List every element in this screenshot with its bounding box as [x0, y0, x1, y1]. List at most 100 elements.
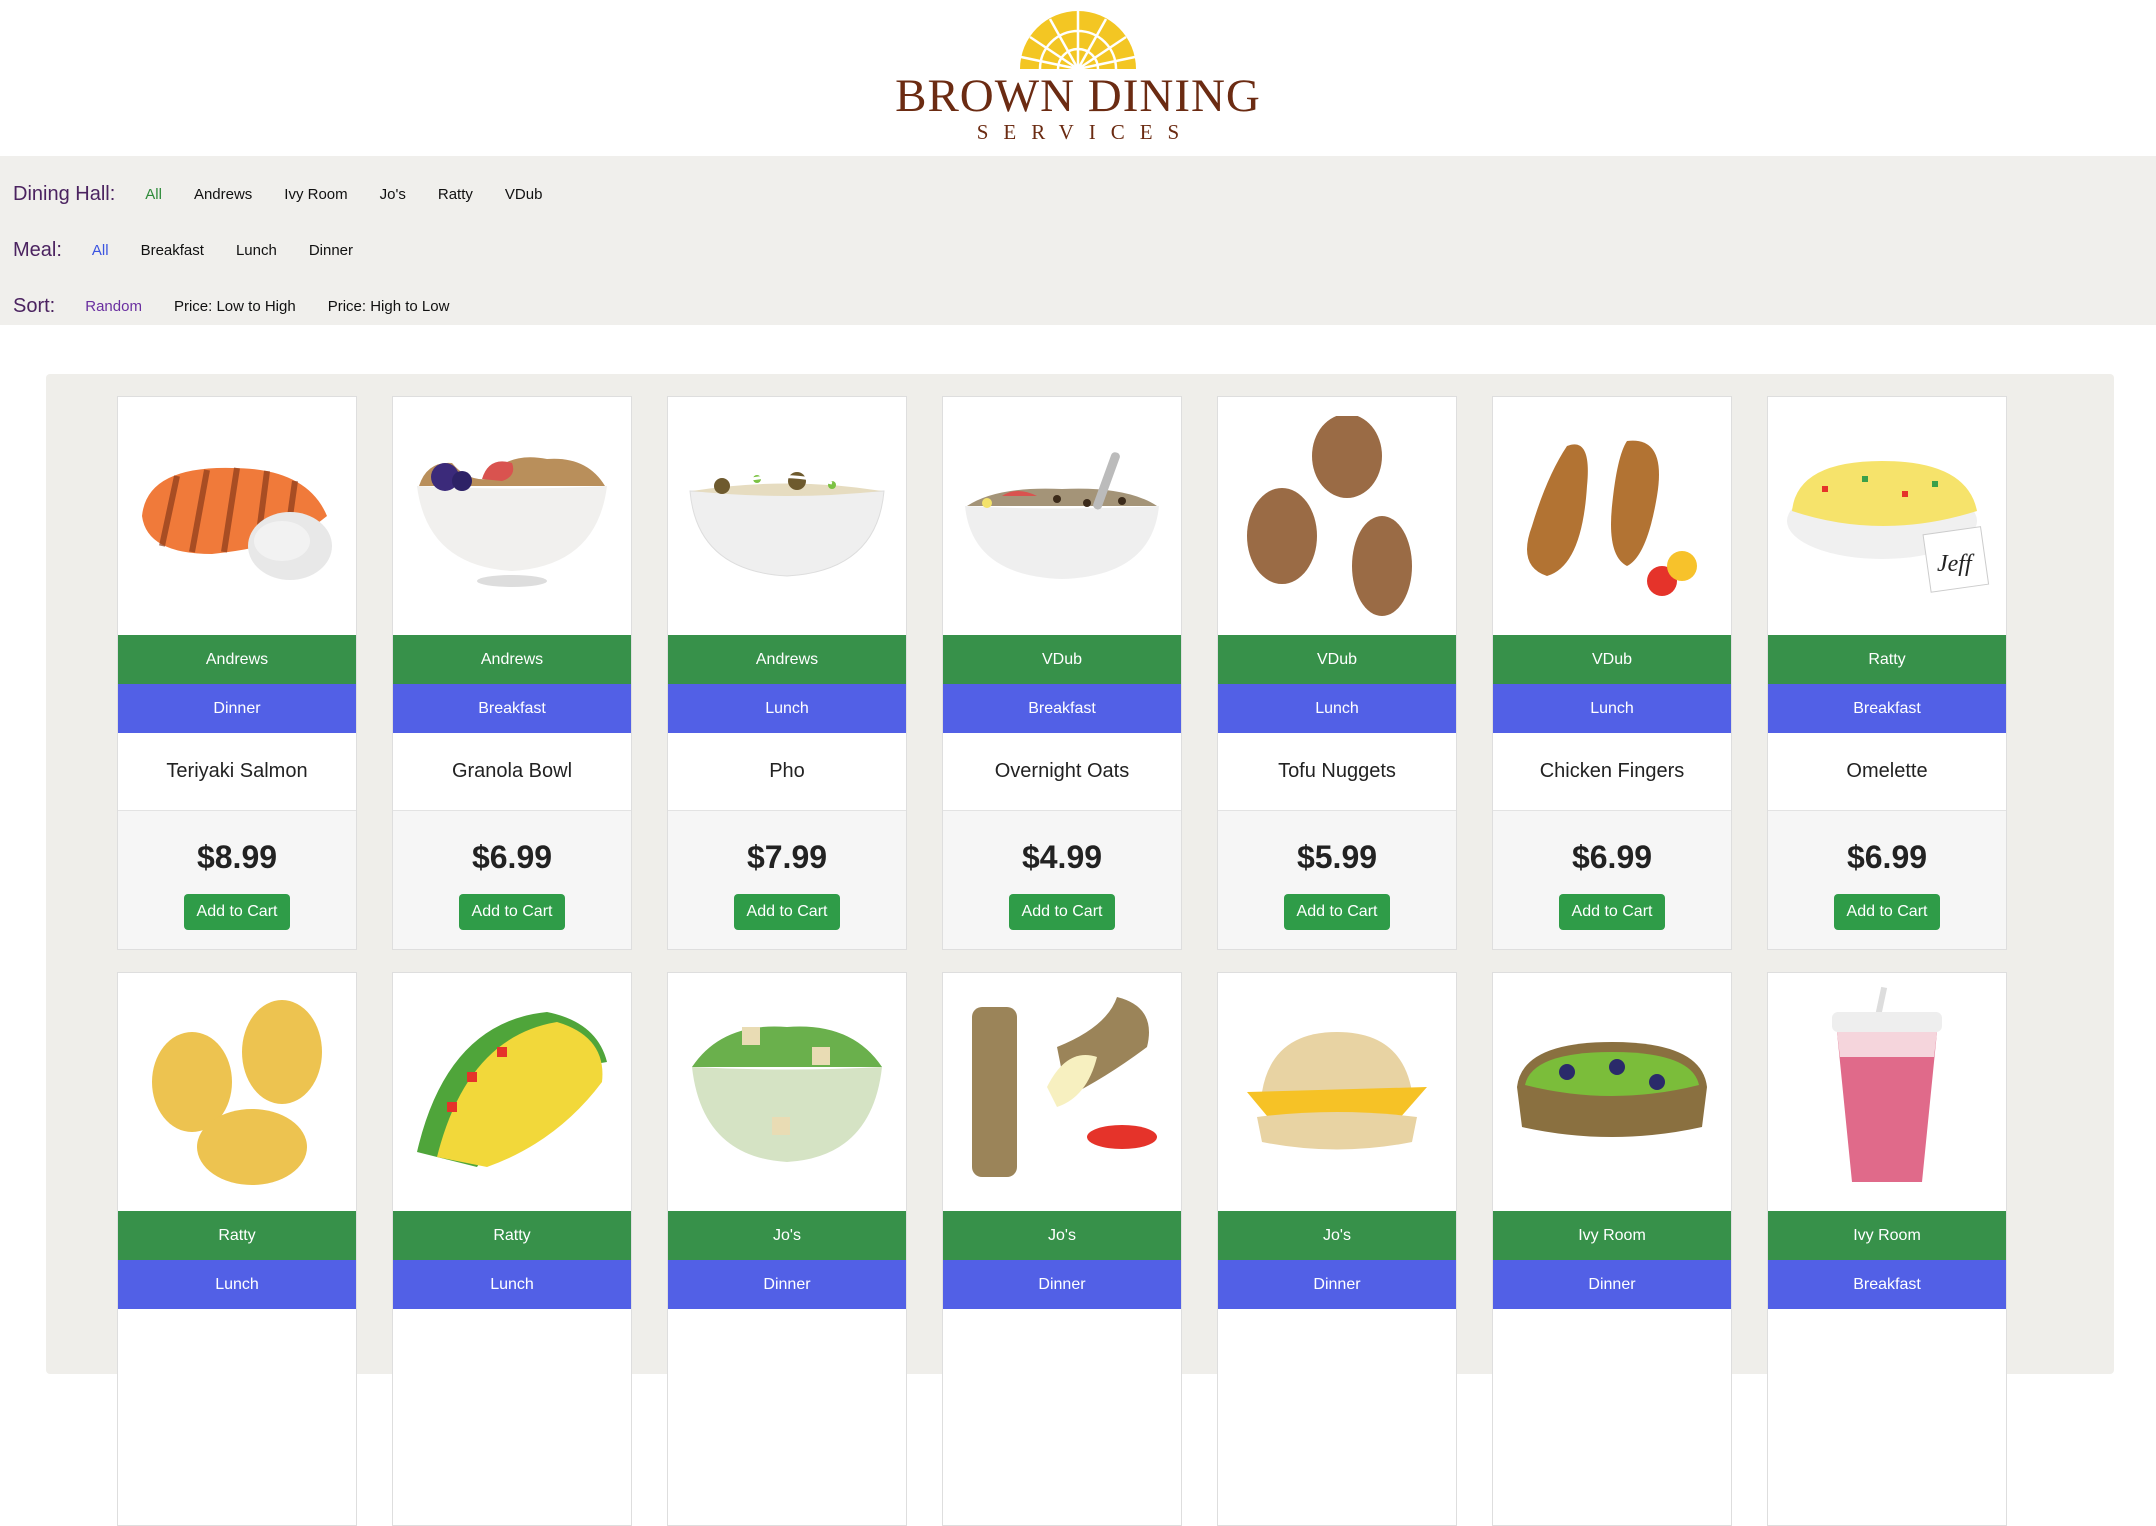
hall-option-all[interactable]: All [129, 180, 178, 209]
menu-item-card: VDub Breakfast Overnight Oats $4.99 Add to C… [942, 396, 1182, 950]
item-price: $8.99 [196, 839, 278, 875]
meal-badge: Dinner [118, 684, 356, 733]
item-name: Overnight Oats [943, 733, 1181, 811]
menu-item-card: Jeff Ratty Breakfast Omelette $6.99 Add to Ca… [1767, 396, 2007, 950]
hall-option-ivy-room[interactable]: Ivy Room [268, 180, 363, 209]
price-area: $5.99 Add to Cart [1218, 811, 1456, 949]
add-to-cart-button[interactable]: Add to Cart [1008, 894, 1116, 930]
smoothie-icon [1768, 973, 2006, 1211]
add-to-cart-button[interactable]: Add to Cart [733, 894, 841, 930]
dining-hall-badge: Ivy Room [1768, 1211, 2006, 1260]
dining-hall-label: Dining Hall: [13, 182, 116, 205]
menu-item-card: Ratty Lunch [392, 972, 632, 1526]
item-price: $4.99 [1021, 839, 1103, 875]
item-price: $6.99 [1846, 839, 1928, 875]
logo-title: BROWN DINING [895, 70, 1261, 122]
dining-hall-badge: Jo's [668, 1211, 906, 1260]
avocado-toast-icon [1493, 973, 1731, 1211]
meal-label: Meal: [13, 238, 62, 261]
hall-option-vdub[interactable]: VDub [489, 180, 559, 209]
sort-label: Sort: [13, 294, 56, 317]
menu-item-card: Jo's Dinner [942, 972, 1182, 1526]
sort-filter: Sort: Random Price: Low to High Price: H… [0, 278, 2156, 334]
item-name: Omelette [1768, 733, 2006, 811]
meal-badge: Breakfast [1768, 684, 2006, 733]
meal-badge: Breakfast [1768, 1260, 2006, 1309]
menu-item-card: VDub Lunch Chicken Fingers $6.99 Add to Cart [1492, 396, 1732, 950]
meal-badge: Dinner [943, 1260, 1181, 1309]
taco-icon [393, 973, 631, 1211]
dining-hall-badge: Jo's [943, 1211, 1181, 1260]
price-area: $8.99 Add to Cart [118, 811, 356, 949]
potatoes-icon [118, 973, 356, 1211]
hall-option-jos[interactable]: Jo's [364, 180, 422, 209]
meal-badge: Lunch [668, 684, 906, 733]
hall-option-ratty[interactable]: Ratty [422, 180, 489, 209]
add-to-cart-button[interactable]: Add to Cart [1283, 894, 1391, 930]
dining-hall-badge: Andrews [393, 635, 631, 684]
meal-badge: Lunch [393, 1260, 631, 1309]
price-area: $4.99 Add to Cart [943, 811, 1181, 949]
dining-hall-badge: Andrews [668, 635, 906, 684]
menu-item-card: Ratty Lunch [117, 972, 357, 1526]
dining-hall-badge: Ratty [118, 1211, 356, 1260]
meal-badge: Dinner [668, 1260, 906, 1309]
sort-option-price-high-low[interactable]: Price: High to Low [312, 292, 466, 321]
jeff-sticker: Jeff [1937, 551, 1975, 577]
burger-icon [1218, 973, 1456, 1211]
sort-option-random[interactable]: Random [69, 292, 158, 321]
menu-items-panel: Andrews Dinner Teriyaki Salmon $8.99 Add to … [46, 374, 2114, 1526]
item-name: Granola Bowl [393, 733, 631, 811]
meal-option-all[interactable]: All [76, 236, 125, 265]
meal-option-lunch[interactable]: Lunch [220, 236, 293, 265]
meal-badge: Dinner [1218, 1260, 1456, 1309]
sunburst-logo-icon [1019, 11, 1136, 71]
dining-hall-badge: Ratty [393, 1211, 631, 1260]
meal-badge: Lunch [1493, 684, 1731, 733]
price-area: $7.99 Add to Cart [668, 811, 906, 949]
item-price: $6.99 [471, 839, 553, 875]
logo-subtitle: SERVICES [976, 120, 1195, 144]
item-name: Teriyaki Salmon [118, 733, 356, 811]
meal-badge: Breakfast [943, 684, 1181, 733]
dining-hall-badge: VDub [943, 635, 1181, 684]
add-to-cart-button[interactable]: Add to Cart [183, 894, 291, 930]
menu-item-card: Andrews Breakfast Granola Bowl $6.99 Add to … [392, 396, 632, 950]
hall-option-andrews[interactable]: Andrews [178, 180, 268, 209]
site-header: BROWN DINING SERVICES [0, 0, 2156, 156]
item-price: $7.99 [746, 839, 828, 875]
menu-item-card: VDub Lunch Tofu Nuggets $5.99 Add to Cart [1217, 396, 1457, 950]
add-to-cart-button[interactable]: Add to Cart [458, 894, 566, 930]
menu-item-card: Andrews Lunch Pho $7.99 Add to Cart [667, 396, 907, 950]
add-to-cart-button[interactable]: Add to Cart [1558, 894, 1666, 930]
item-name: Pho [668, 733, 906, 811]
dining-hall-badge: Andrews [118, 635, 356, 684]
filter-panel: Dining Hall: All Andrews Ivy Room Jo's R… [0, 156, 2156, 325]
item-name: Tofu Nuggets [1218, 733, 1456, 811]
nuggets-icon [1218, 397, 1456, 635]
sort-option-price-low-high[interactable]: Price: Low to High [158, 292, 312, 321]
pho-icon [668, 397, 906, 635]
menu-item-card: Ivy Room Breakfast [1767, 972, 2007, 1526]
meal-badge: Lunch [1218, 684, 1456, 733]
meal-badge: Lunch [118, 1260, 356, 1309]
menu-item-card: Jo's Dinner [1217, 972, 1457, 1526]
dining-hall-badge: VDub [1493, 635, 1731, 684]
menu-item-card: Ivy Room Dinner [1492, 972, 1732, 1526]
meal-option-dinner[interactable]: Dinner [293, 236, 369, 265]
brown-dining-logo[interactable]: BROWN DINING SERVICES [895, 11, 1261, 145]
oats-icon [943, 397, 1181, 635]
dining-hall-badge: VDub [1218, 635, 1456, 684]
granola-bowl-icon [393, 397, 631, 635]
meal-filter: Meal: All Breakfast Lunch Dinner [0, 222, 2156, 278]
add-to-cart-button[interactable]: Add to Cart [1833, 894, 1941, 930]
dining-hall-filter: Dining Hall: All Andrews Ivy Room Jo's R… [0, 166, 2156, 222]
meal-option-breakfast[interactable]: Breakfast [125, 236, 220, 265]
menu-item-card: Andrews Dinner Teriyaki Salmon $8.99 Add to … [117, 396, 357, 950]
menu-grid: Andrews Dinner Teriyaki Salmon $8.99 Add to … [117, 396, 2007, 1526]
meal-badge: Breakfast [393, 684, 631, 733]
mozzarella-sticks-icon [943, 973, 1181, 1211]
item-price: $5.99 [1296, 839, 1378, 875]
item-price: $6.99 [1571, 839, 1653, 875]
salmon-icon [118, 397, 356, 635]
